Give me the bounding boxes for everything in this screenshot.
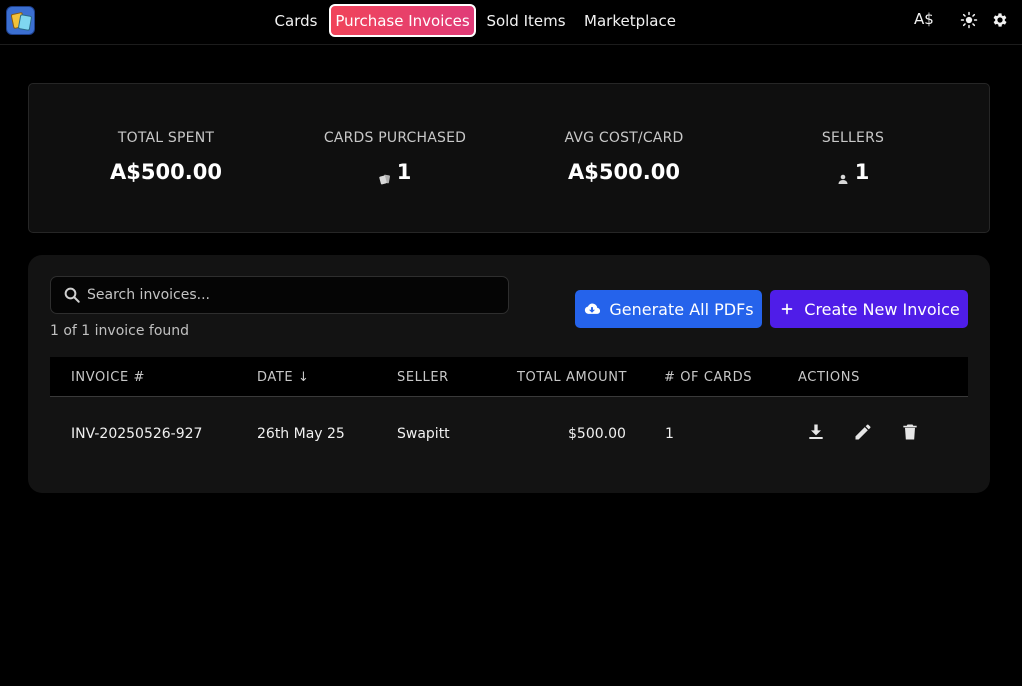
- currency-selector[interactable]: A$: [914, 10, 934, 28]
- stat-value-text: A$500.00: [568, 160, 680, 184]
- invoices-panel: 1 of 1 invoice found Generate All PDFs C…: [28, 255, 990, 493]
- stat-value: A$500.00: [524, 160, 724, 184]
- column-seller[interactable]: SELLER: [397, 370, 449, 385]
- stats-summary-card: TOTAL SPENT A$500.00 CARDS PURCHASED 1 A…: [28, 83, 990, 233]
- cards-icon: [378, 166, 391, 185]
- edit-icon[interactable]: [853, 422, 873, 442]
- stat-value-text: 1: [854, 160, 870, 184]
- table-header: INVOICE # DATE ↓ SELLER TOTAL AMOUNT # O…: [50, 357, 968, 397]
- stat-value-text: A$500.00: [110, 160, 222, 184]
- stat-label: AVG COST/CARD: [564, 130, 684, 146]
- cell-card-count: 1: [665, 426, 674, 442]
- column-card-count[interactable]: # OF CARDS: [664, 370, 752, 385]
- create-new-invoice-label: Create New Invoice: [804, 299, 960, 319]
- stat-label: SELLERS: [821, 130, 885, 146]
- gear-icon[interactable]: [991, 11, 1009, 29]
- column-invoice-number[interactable]: INVOICE #: [71, 370, 145, 385]
- cell-date: 26th May 25: [257, 426, 345, 442]
- top-nav-bar: Cards Purchase Invoices Sold Items Marke…: [0, 0, 1022, 45]
- nav-marketplace[interactable]: Marketplace: [582, 4, 678, 37]
- nav-cards[interactable]: Cards: [270, 4, 322, 37]
- column-actions: ACTIONS: [798, 370, 860, 385]
- search-box: [50, 276, 509, 314]
- stat-value-text: 1: [396, 160, 412, 184]
- result-count: 1 of 1 invoice found: [50, 323, 190, 339]
- search-input[interactable]: [87, 277, 497, 313]
- create-new-invoice-button[interactable]: Create New Invoice: [770, 290, 968, 328]
- column-date[interactable]: DATE ↓: [257, 370, 309, 385]
- generate-all-pdfs-button[interactable]: Generate All PDFs: [575, 290, 762, 328]
- stat-label: CARDS PURCHASED: [323, 130, 467, 146]
- sun-icon[interactable]: [960, 11, 978, 29]
- app-logo-icon[interactable]: [6, 6, 35, 35]
- cloud-download-icon: [583, 300, 601, 318]
- person-icon: [837, 166, 849, 184]
- stat-value: 1: [753, 160, 953, 184]
- stat-label: TOTAL SPENT: [117, 130, 215, 146]
- plus-icon: [778, 300, 796, 318]
- table-row[interactable]: INV-20250526-927 26th May 25 Swapitt $50…: [50, 397, 968, 473]
- stat-value: A$500.00: [66, 160, 266, 184]
- search-icon: [63, 286, 81, 304]
- download-icon[interactable]: [806, 422, 826, 442]
- generate-all-pdfs-label: Generate All PDFs: [609, 299, 754, 319]
- nav-sold-items[interactable]: Sold Items: [484, 4, 568, 37]
- delete-icon[interactable]: [900, 422, 920, 442]
- nav-purchase-invoices[interactable]: Purchase Invoices: [329, 4, 476, 37]
- stat-value: 1: [295, 160, 495, 185]
- column-total-amount[interactable]: TOTAL AMOUNT: [517, 370, 627, 385]
- cell-total-amount: $500.00: [568, 426, 626, 442]
- cell-invoice-number: INV-20250526-927: [71, 426, 203, 442]
- cell-seller: Swapitt: [397, 426, 450, 442]
